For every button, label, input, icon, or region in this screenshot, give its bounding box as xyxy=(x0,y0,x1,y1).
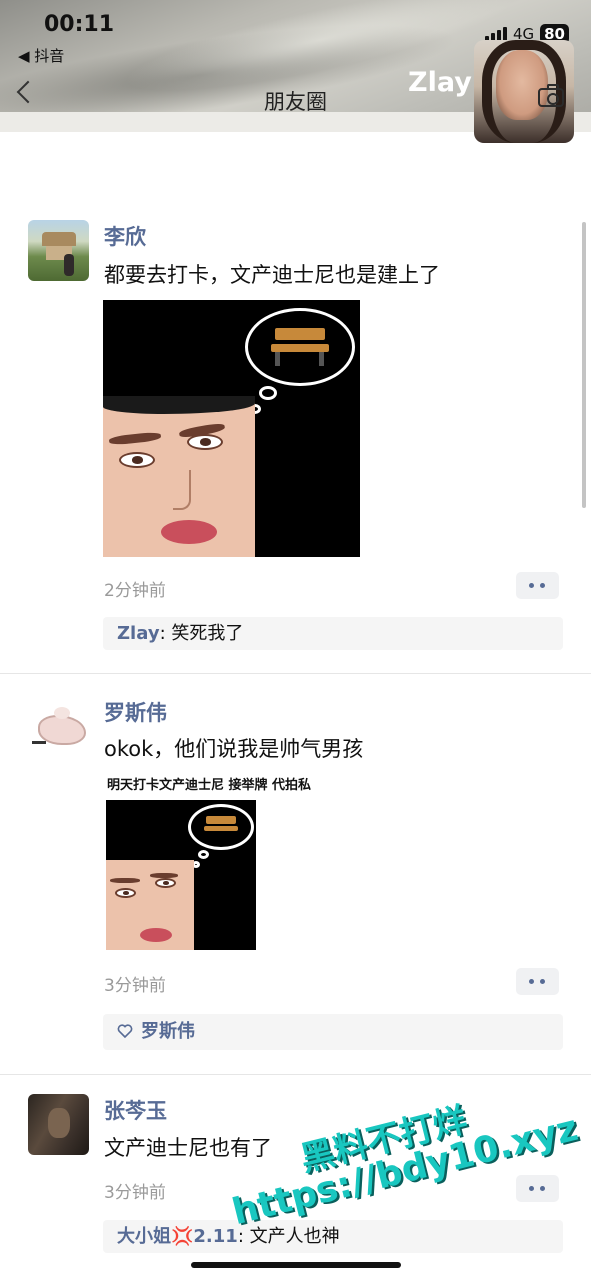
post-timestamp: 2分钟前 xyxy=(104,581,166,601)
post-text: okok，他们说我是帅气男孩 xyxy=(104,737,364,761)
camera-icon[interactable] xyxy=(538,84,564,107)
comment-author[interactable]: Zlay xyxy=(117,623,160,644)
thought-dot-large xyxy=(259,386,277,400)
post-divider xyxy=(0,673,591,674)
more-actions-button[interactable] xyxy=(516,572,559,599)
meme-eye xyxy=(119,452,155,468)
post-timestamp: 3分钟前 xyxy=(104,976,166,996)
post-timestamp: 3分钟前 xyxy=(104,1183,166,1203)
bench-seat xyxy=(204,826,238,831)
more-actions-button[interactable] xyxy=(516,968,559,995)
bench-icon xyxy=(206,816,236,824)
meme-lips xyxy=(161,520,217,544)
post-author[interactable]: 罗斯伟 xyxy=(104,697,167,727)
comment-text: : 笑死我了 xyxy=(159,623,244,644)
post-image[interactable] xyxy=(103,300,360,557)
avatar[interactable] xyxy=(28,1094,89,1155)
comment-row[interactable]: Zlay: 笑死我了 xyxy=(103,617,563,650)
more-actions-button[interactable] xyxy=(516,1175,559,1202)
avatar[interactable] xyxy=(28,220,89,281)
meme-lips xyxy=(140,928,172,942)
post-author[interactable]: 张芩玉 xyxy=(104,1095,167,1125)
bench-leg xyxy=(275,352,280,366)
bench-leg xyxy=(319,352,324,366)
comment-author[interactable]: 大小姐💢2.11 xyxy=(117,1226,238,1247)
meme-eye xyxy=(155,878,176,888)
heart-icon xyxy=(117,1024,133,1039)
avatar[interactable] xyxy=(28,697,89,758)
bench-seat xyxy=(271,344,329,352)
like-row[interactable]: 罗斯伟 xyxy=(103,1014,563,1050)
image-caption: 明天打卡文产迪士尼 接举牌 代拍私 xyxy=(107,778,312,793)
meme-eye xyxy=(187,434,223,450)
post-text: 文产迪士尼也有了 xyxy=(104,1136,272,1160)
scrollbar[interactable] xyxy=(582,222,586,508)
bench-icon xyxy=(275,328,325,340)
home-indicator[interactable] xyxy=(191,1262,401,1268)
status-time: 00:11 xyxy=(44,12,115,37)
meme-nose xyxy=(173,470,191,510)
post-text: 都要去打卡，文产迪士尼也是建上了 xyxy=(104,263,440,287)
comment-row[interactable]: 大小姐💢2.11: 文产人也神 xyxy=(103,1220,563,1253)
post-image-frame[interactable]: 明天打卡文产迪士尼 接举牌 代拍私 xyxy=(103,771,360,952)
profile-name: Zlay xyxy=(408,67,472,98)
meme-eye xyxy=(115,888,136,898)
post-divider xyxy=(0,1074,591,1075)
back-to-app-link[interactable]: ◀ 抖音 xyxy=(18,45,64,66)
post-author[interactable]: 李欣 xyxy=(104,221,146,251)
like-user[interactable]: 罗斯伟 xyxy=(141,1021,195,1042)
thought-dot-large xyxy=(198,850,209,859)
post-image xyxy=(106,800,256,950)
meme-brow xyxy=(110,878,140,883)
